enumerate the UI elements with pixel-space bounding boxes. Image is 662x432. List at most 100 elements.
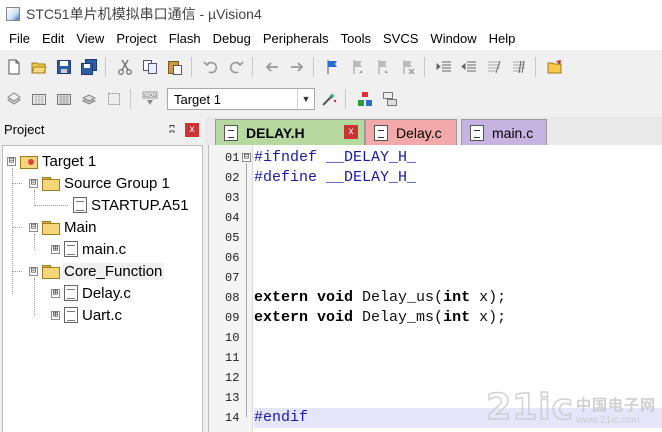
- tree-node-label: Main: [64, 218, 97, 236]
- expand-icon[interactable]: ⊞: [51, 288, 60, 298]
- unindent-button[interactable]: [458, 56, 480, 78]
- collapse-icon[interactable]: ⊟: [29, 266, 38, 276]
- tree-node-core-function[interactable]: ⊟ Core_Function: [29, 261, 165, 281]
- code-editor[interactable]: 01 02 03 04 05 06 07 08 09 10 11 12 13 1…: [208, 145, 662, 432]
- tab-label: Delay.c: [396, 124, 442, 141]
- tree-node-label: Target 1: [42, 152, 97, 170]
- file-icon: [64, 307, 78, 323]
- redo-button[interactable]: [225, 56, 247, 78]
- menu-peripherals[interactable]: Peripherals: [257, 28, 335, 50]
- undo-button[interactable]: [200, 56, 222, 78]
- tree-node-label: Core_Function: [62, 262, 165, 280]
- expand-icon[interactable]: ⊞: [51, 310, 60, 320]
- close-icon[interactable]: x: [344, 125, 358, 139]
- indent-button[interactable]: [433, 56, 455, 78]
- save-button[interactable]: [53, 56, 75, 78]
- nav-back-icon: [265, 62, 278, 72]
- tab-label: DELAY.H: [246, 124, 305, 141]
- build-toolbar: LOAD Target 1 ▼: [0, 84, 662, 114]
- menu-svcs[interactable]: SVCS: [377, 28, 424, 50]
- copy-button[interactable]: [139, 56, 161, 78]
- target-select[interactable]: Target 1 ▼: [167, 88, 315, 110]
- menu-view[interactable]: View: [70, 28, 110, 50]
- new-file-icon: [8, 59, 20, 75]
- nav-forward-button[interactable]: [286, 56, 308, 78]
- close-icon[interactable]: x: [185, 122, 199, 137]
- copy-icon: [143, 60, 157, 74]
- bookmark-button[interactable]: [322, 56, 344, 78]
- collapse-icon[interactable]: ⊟: [7, 156, 16, 166]
- tab-delay-c[interactable]: Delay.c: [365, 119, 457, 145]
- toolbar-separator: [345, 89, 346, 109]
- tree-node-target-1[interactable]: ⊟ Target 1: [7, 151, 96, 171]
- comment-button[interactable]: [483, 56, 505, 78]
- new-file-button[interactable]: [3, 56, 25, 78]
- tree-connector: [34, 205, 68, 206]
- tree-node-label: main.c: [82, 240, 127, 258]
- menu-bar: File Edit View Project Flash Debug Perip…: [0, 28, 662, 50]
- stop-build-button[interactable]: [103, 88, 125, 110]
- site-watermark: 21ic 中国电子网 www.21ic.com: [485, 387, 656, 428]
- toolbar-separator: [105, 57, 106, 77]
- tree-node-startup-a51[interactable]: STARTUP.A51: [73, 195, 189, 215]
- clear-bookmarks-button[interactable]: [397, 56, 419, 78]
- tab-delay-h[interactable]: DELAY.H x: [215, 119, 365, 145]
- fold-collapse-icon[interactable]: ⊟: [242, 153, 251, 162]
- manage-components-button[interactable]: [354, 88, 376, 110]
- tree-node-label: Uart.c: [82, 306, 123, 324]
- rebuild-button[interactable]: [53, 88, 75, 110]
- menu-file[interactable]: File: [3, 28, 36, 50]
- menu-tools[interactable]: Tools: [335, 28, 377, 50]
- manage-components-icon: [358, 92, 372, 106]
- watermark-logo-text: 21ic: [485, 387, 574, 428]
- find-in-files-button[interactable]: [544, 56, 566, 78]
- tree-node-source-group-1[interactable]: ⊟ Source Group 1: [29, 173, 170, 193]
- tree-node-label: Delay.c: [82, 284, 131, 302]
- tree-node-delay-c[interactable]: ⊞ Delay.c: [51, 283, 131, 303]
- folder-icon: [42, 220, 60, 235]
- prev-bookmark-button[interactable]: [347, 56, 369, 78]
- cut-button[interactable]: [114, 56, 136, 78]
- pin-icon[interactable]: ʭ: [165, 123, 179, 137]
- target-options-button[interactable]: [318, 88, 340, 110]
- tree-node-main-c[interactable]: ⊞ main.c: [51, 239, 126, 259]
- paste-button[interactable]: [164, 56, 186, 78]
- tab-label: main.c: [492, 124, 534, 141]
- clear-bookmarks-icon: [403, 60, 415, 75]
- menu-flash[interactable]: Flash: [163, 28, 207, 50]
- tree-node-uart-c[interactable]: ⊞ Uart.c: [51, 305, 122, 325]
- nav-back-button[interactable]: [261, 56, 283, 78]
- menu-window[interactable]: Window: [424, 28, 482, 50]
- undo-icon: [203, 61, 218, 74]
- menu-help[interactable]: Help: [483, 28, 522, 50]
- code-line-08: extern void Delay_us(int x);: [254, 289, 507, 306]
- toolbar-separator: [424, 57, 425, 77]
- download-icon: LOAD: [142, 91, 158, 105]
- uncomment-button[interactable]: [508, 56, 530, 78]
- tab-main-c[interactable]: main.c: [461, 119, 547, 145]
- translate-button[interactable]: [3, 88, 25, 110]
- collapse-icon[interactable]: ⊟: [29, 178, 38, 188]
- select-packs-button[interactable]: [379, 88, 401, 110]
- project-panel-title: Project: [4, 122, 45, 137]
- expand-icon[interactable]: ⊞: [51, 244, 60, 254]
- save-all-button[interactable]: [78, 56, 100, 78]
- menu-edit[interactable]: Edit: [36, 28, 70, 50]
- batch-build-button[interactable]: [78, 88, 100, 110]
- indent-icon: [436, 61, 451, 72]
- collapse-icon[interactable]: ⊟: [29, 222, 38, 232]
- watermark-text-group: 中国电子网 www.21ic.com: [576, 394, 656, 426]
- open-button[interactable]: [28, 56, 50, 78]
- stop-build-icon: [108, 93, 120, 105]
- menu-debug[interactable]: Debug: [207, 28, 257, 50]
- find-in-files-icon: [547, 60, 562, 74]
- chevron-down-icon[interactable]: ▼: [297, 89, 314, 109]
- next-bookmark-button[interactable]: [372, 56, 394, 78]
- download-button[interactable]: LOAD: [139, 88, 161, 110]
- build-button[interactable]: [28, 88, 50, 110]
- tree-node-main[interactable]: ⊟ Main: [29, 217, 97, 237]
- fold-guide-line: [246, 163, 247, 417]
- menu-project[interactable]: Project: [110, 28, 162, 50]
- rebuild-icon: [57, 94, 71, 105]
